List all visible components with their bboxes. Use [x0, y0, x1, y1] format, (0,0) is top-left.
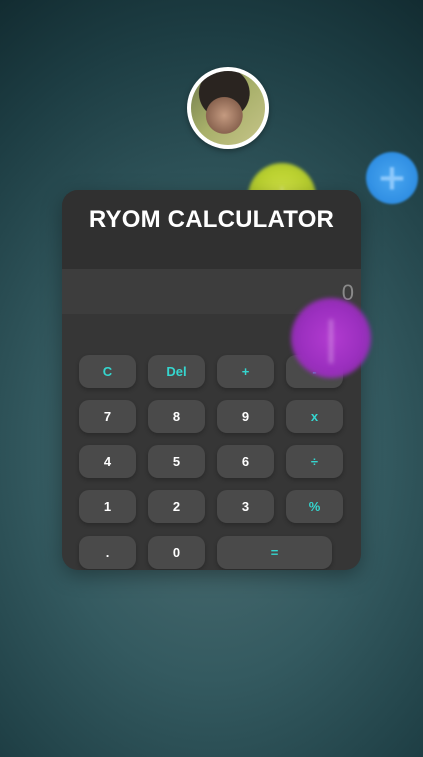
digit-0-button[interactable]: 0 [148, 536, 205, 569]
digit-2-button[interactable]: 2 [148, 490, 205, 523]
multiply-button[interactable]: x [286, 400, 343, 433]
equals-button[interactable]: = [217, 536, 332, 569]
digit-1-button[interactable]: 1 [79, 490, 136, 523]
digit-7-button[interactable]: 7 [79, 400, 136, 433]
digit-9-button[interactable]: 9 [217, 400, 274, 433]
app-title: RYOM CALCULATOR [88, 206, 335, 233]
clear-button[interactable]: C [79, 355, 136, 388]
digit-5-button[interactable]: 5 [148, 445, 205, 478]
blue-blob-mark: + [376, 157, 408, 199]
digit-6-button[interactable]: 6 [217, 445, 274, 478]
minus-icon: | [291, 298, 371, 378]
avatar-photo [191, 71, 265, 145]
purple-blob-mark: | [323, 312, 339, 364]
plus-button[interactable]: + [217, 355, 274, 388]
calculator-card: RYOM CALCULATOR 0 C Del + - 7 8 9 x 4 5 … [62, 190, 361, 570]
plus-icon: + [366, 152, 418, 204]
decimal-button[interactable]: . [79, 536, 136, 569]
delete-button[interactable]: Del [148, 355, 205, 388]
divide-button[interactable]: ÷ [286, 445, 343, 478]
digit-8-button[interactable]: 8 [148, 400, 205, 433]
avatar [187, 67, 269, 149]
digit-3-button[interactable]: 3 [217, 490, 274, 523]
digit-4-button[interactable]: 4 [79, 445, 136, 478]
calculator-header: RYOM CALCULATOR [62, 190, 361, 269]
percent-button[interactable]: % [286, 490, 343, 523]
